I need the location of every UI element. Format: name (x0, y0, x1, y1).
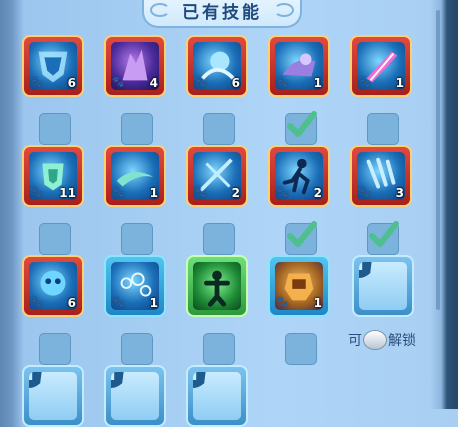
checkbox-13[interactable] (203, 333, 235, 365)
skill-level-14: 1 (313, 295, 322, 310)
skill-level-1: 6 (67, 75, 76, 90)
skill-slot-10[interactable]: 🐾 3 (350, 145, 412, 207)
skill-slot-14[interactable]: 🐾 1 (268, 255, 330, 317)
skill-level-8: 2 (231, 185, 240, 200)
scrollbar-track[interactable] (436, 10, 440, 310)
checkbox-3[interactable] (203, 113, 235, 145)
checkbox-12[interactable] (121, 333, 153, 365)
skill-level-3: 6 (231, 75, 240, 90)
skill-level-10: 3 (395, 185, 404, 200)
skill-level-2: 4 (149, 75, 158, 90)
skill-slot-6[interactable]: 🐾 11 (22, 145, 84, 207)
skill-level-7: 1 (149, 185, 158, 200)
paw-icon: 🐾 (276, 187, 289, 198)
skill-slot-5[interactable]: 🐾 1 (350, 35, 412, 97)
checkmark-icon (369, 221, 399, 247)
checkbox-6[interactable] (39, 223, 71, 255)
skill-slot-7[interactable]: 🐾 1 (104, 145, 166, 207)
skill-level-11: 6 (67, 295, 76, 310)
skill-level-4: 1 (313, 75, 322, 90)
title-ornament-right (274, 3, 294, 17)
paw-icon: 🐾 (358, 187, 371, 198)
paw-icon: 🐾 (276, 297, 289, 308)
checkbox-5[interactable] (367, 113, 399, 145)
unlock-suffix: 解锁 (388, 333, 416, 349)
locked-slot-3[interactable] (104, 365, 166, 427)
skill-slot-12[interactable]: 🐾 1 (104, 255, 166, 317)
skill-icon-13 (193, 262, 241, 310)
paw-icon: 🐾 (194, 187, 207, 198)
panel-title: 已有技能 (142, 0, 302, 28)
paw-icon: 🐾 (194, 77, 207, 88)
title-ornament-left (150, 3, 170, 17)
coin-icon (363, 330, 387, 350)
right-scroll-edge[interactable] (430, 0, 458, 409)
locked-slot-4[interactable] (186, 365, 248, 427)
unlock-hint: 可 解锁 (348, 330, 416, 350)
checkmark-icon (287, 221, 317, 247)
skill-slot-11[interactable]: 🐾 6 (22, 255, 84, 317)
locked-slot-2[interactable] (22, 365, 84, 427)
checkbox-11[interactable] (39, 333, 71, 365)
paw-icon: 🐾 (30, 187, 43, 198)
skill-slot-13[interactable] (186, 255, 248, 317)
paw-icon: 🐾 (112, 297, 125, 308)
paw-icon: 🐾 (112, 187, 125, 198)
paw-icon: 🐾 (30, 77, 43, 88)
skill-level-12: 1 (149, 295, 158, 310)
lock-icon (29, 372, 42, 388)
checkbox-1[interactable] (39, 113, 71, 145)
checkbox-14[interactable] (285, 333, 317, 365)
checkmark-icon (287, 111, 317, 137)
lock-icon (193, 372, 206, 388)
checkbox-7[interactable] (121, 223, 153, 255)
paw-icon: 🐾 (30, 297, 43, 308)
skill-level-9: 2 (313, 185, 322, 200)
skill-slot-2[interactable]: 🐾 4 (104, 35, 166, 97)
checkbox-2[interactable] (121, 113, 153, 145)
checkbox-8[interactable] (203, 223, 235, 255)
title-text: 已有技能 (182, 2, 262, 23)
skill-slot-9[interactable]: 🐾 2 (268, 145, 330, 207)
checkbox-4[interactable] (285, 111, 317, 145)
checkbox-9[interactable] (285, 221, 317, 255)
lock-icon (359, 262, 372, 278)
skill-slot-3[interactable]: 🐾 6 (186, 35, 248, 97)
paw-icon: 🐾 (358, 77, 371, 88)
skill-slot-8[interactable]: 🐾 2 (186, 145, 248, 207)
skill-slot-4[interactable]: 🐾 1 (268, 35, 330, 97)
skill-slot-1[interactable]: 🐾 6 (22, 35, 84, 97)
unlock-prefix: 可 (348, 333, 362, 349)
paw-icon: 🐾 (112, 77, 125, 88)
lock-icon (111, 372, 124, 388)
skill-level-5: 1 (395, 75, 404, 90)
locked-slot-1[interactable] (352, 255, 414, 317)
paw-icon: 🐾 (276, 77, 289, 88)
skill-level-6: 11 (59, 185, 76, 200)
checkbox-10[interactable] (367, 221, 399, 255)
